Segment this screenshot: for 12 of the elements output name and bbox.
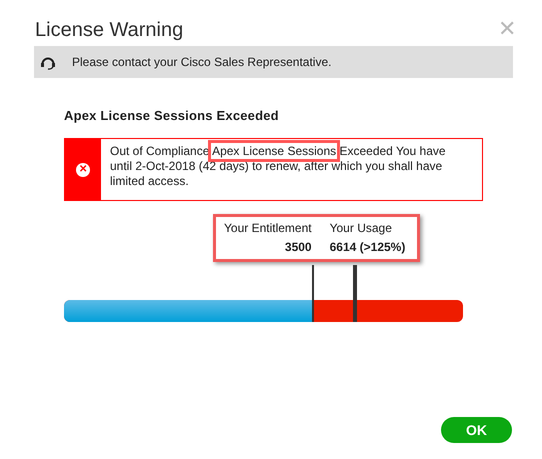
window-title: License Warning — [35, 19, 184, 43]
entitlement-marker — [312, 265, 314, 322]
error-icon: ✕ — [76, 162, 90, 176]
error-message: Out of Compliance Apex License Sessions Exceeded You have until 2-Oct-2018 (42 days) to renew, after which you shall have limited access. — [101, 139, 482, 200]
close-icon[interactable]: ✕ — [498, 18, 516, 40]
stat-label: Your Usage — [330, 221, 393, 235]
stat-value: 6614 (>125%) — [330, 240, 406, 254]
stat-value: 3500 — [284, 240, 312, 254]
section-heading: Apex License Sessions Exceeded — [64, 108, 280, 125]
banner-text: Please contact your Cisco Sales Representative. — [72, 55, 332, 69]
stat-label: Your Entitlement — [224, 221, 312, 235]
ok-button[interactable]: OK — [441, 417, 512, 443]
